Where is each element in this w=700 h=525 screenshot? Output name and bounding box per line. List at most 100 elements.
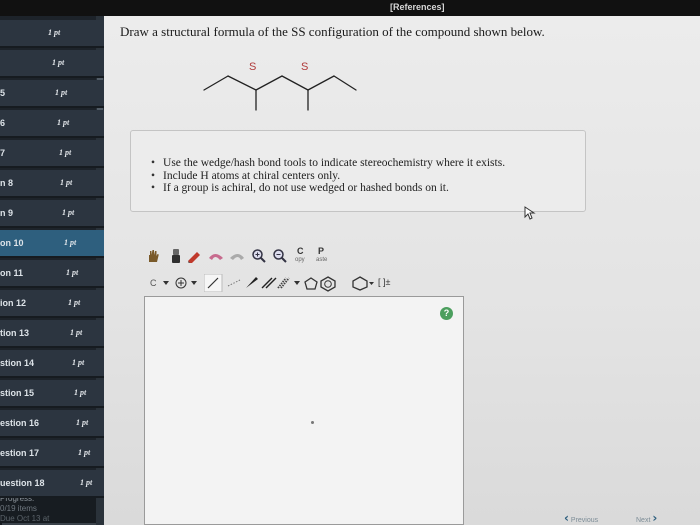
stereo-label-s: S <box>249 61 256 73</box>
paste-sub-label: aste <box>316 257 328 263</box>
sidebar-item-points: 1 pt <box>52 58 65 67</box>
benzene-icon <box>320 276 336 292</box>
redo-icon[interactable] <box>228 250 246 262</box>
sidebar-question-item[interactable]: 7 1 pt <box>0 140 104 168</box>
previous-button[interactable]: ‹ Previous <box>564 511 598 525</box>
zoom-out-icon[interactable] <box>272 248 288 264</box>
sidebar-question-item[interactable]: tion 13 1 pt <box>0 320 104 348</box>
color-pencil-icon[interactable] <box>186 249 202 263</box>
sidebar-question-item[interactable]: estion 16 1 pt <box>0 410 104 438</box>
sidebar-item-points: 1 pt <box>62 208 75 217</box>
chevron-down-icon[interactable] <box>162 280 170 286</box>
sidebar-item-points: 1 pt <box>57 118 70 127</box>
sidebar-item-points: 1 pt <box>66 268 79 277</box>
sidebar-item-points: 1 pt <box>74 388 87 397</box>
bond-line <box>255 75 283 91</box>
zoom-in-icon[interactable] <box>251 248 267 264</box>
sidebar-question-item[interactable]: on 10 1 pt <box>0 230 104 258</box>
question-sidebar: Progress: 0/19 items Due Oct 13 at 1 pt 1… <box>0 16 104 525</box>
sidebar-question-item[interactable]: uestion 18 1 pt <box>0 470 104 498</box>
main-content: Draw a structural formula of the SS conf… <box>104 16 700 525</box>
sidebar-item-label: uestion 18 <box>0 478 45 488</box>
triple-bond-icon <box>294 281 300 285</box>
sidebar-question-item[interactable]: estion 17 1 pt <box>0 440 104 468</box>
sidebar-item-label: n 9 <box>0 208 14 218</box>
element-selector[interactable]: C <box>150 278 157 288</box>
sidebar-question-item[interactable]: 6 1 pt <box>0 110 104 138</box>
plus-charge-icon[interactable] <box>175 277 187 289</box>
sidebar-item-points: 1 pt <box>60 178 73 187</box>
sidebar-item-label: 7 <box>0 148 6 158</box>
cyclopentane-icon[interactable] <box>352 274 374 292</box>
sidebar-item-label: estion 17 <box>0 448 40 458</box>
previous-label: Previous <box>570 517 599 524</box>
sidebar-item-label: 5 <box>0 88 6 98</box>
sidebar-question-item[interactable]: n 9 1 pt <box>0 200 104 228</box>
sidebar-question-item[interactable]: on 11 1 pt <box>0 260 104 288</box>
mouse-cursor-icon <box>524 206 536 220</box>
instruction-item: Include H atoms at chiral centers only. <box>151 170 505 183</box>
next-label: Next <box>636 517 651 524</box>
copy-button[interactable]: C <box>297 246 304 256</box>
hand-icon[interactable] <box>146 249 160 263</box>
molecule-structure: S S <box>203 61 357 111</box>
sidebar-item-points: 1 pt <box>78 448 91 457</box>
next-button[interactable]: Next › <box>636 511 657 525</box>
sidebar-question-item[interactable]: n 8 1 pt <box>0 170 104 198</box>
sidebar-item-label: on 10 <box>0 238 24 248</box>
bond-line <box>227 75 257 91</box>
sidebar-question-item[interactable]: stion 14 1 pt <box>0 350 104 378</box>
sidebar-item-label: ion 12 <box>0 298 27 308</box>
question-title: Draw a structural formula of the SS conf… <box>120 24 545 39</box>
sidebar-item-points: 1 pt <box>48 28 61 37</box>
references-link[interactable]: [References] <box>390 2 445 12</box>
sidebar-question-item[interactable]: stion 15 1 pt <box>0 380 104 408</box>
progress-due-date: Due Oct 13 at <box>0 514 50 523</box>
copy-sub-label: opy <box>295 257 305 263</box>
stereo-label-s: S <box>301 61 308 73</box>
progress-count: 0/19 items <box>0 504 37 513</box>
drawing-canvas[interactable] <box>144 296 464 525</box>
instruction-item: If a group is achiral, do not use wedged… <box>151 182 505 195</box>
sidebar-question-item[interactable]: 1 pt <box>0 50 104 78</box>
sidebar-item-label: stion 14 <box>0 358 35 368</box>
help-icon[interactable]: ? <box>440 307 453 320</box>
sidebar-item-points: 1 pt <box>64 238 77 247</box>
undo-icon[interactable] <box>207 250 225 262</box>
top-bar: [References] <box>0 0 700 16</box>
chevron-right-icon: › <box>652 511 658 525</box>
sidebar-item-label: 6 <box>0 118 6 128</box>
sidebar-question-item[interactable]: ion 12 1 pt <box>0 290 104 318</box>
sidebar-item-points: 1 pt <box>59 148 72 157</box>
chevron-down-icon[interactable] <box>190 280 198 286</box>
sidebar-item-label: stion 15 <box>0 388 35 398</box>
bond-tools <box>204 274 336 292</box>
sidebar-item-points: 1 pt <box>55 88 68 97</box>
canvas-cursor-dot <box>311 421 314 424</box>
bracket-tool[interactable]: [ ]± <box>378 277 390 287</box>
cyclopropane-icon <box>304 277 318 290</box>
instruction-item: Use the wedge/hash bond tools to indicat… <box>151 157 505 170</box>
sidebar-item-points: 1 pt <box>72 358 85 367</box>
instructions-box: Use the wedge/hash bond tools to indicat… <box>130 130 586 212</box>
sidebar-item-points: 1 pt <box>68 298 81 307</box>
paste-button[interactable]: P <box>318 246 324 256</box>
chain-icon <box>227 279 241 287</box>
sidebar-item-points: 1 pt <box>76 418 89 427</box>
sidebar-item-label: estion 16 <box>0 418 40 428</box>
sidebar-item-label: on 11 <box>0 268 24 278</box>
bond-line <box>333 75 357 91</box>
bond-line <box>307 75 335 91</box>
eraser-icon[interactable] <box>170 248 182 264</box>
bond-line <box>203 75 229 91</box>
double-bond-icon <box>277 277 290 289</box>
sidebar-item-points: 1 pt <box>80 478 93 487</box>
instructions-list: Use the wedge/hash bond tools to indicat… <box>151 157 505 195</box>
sidebar-item-label: tion 13 <box>0 328 30 338</box>
sidebar-question-item[interactable]: 5 1 pt <box>0 80 104 108</box>
sidebar-item-points: 1 pt <box>70 328 83 337</box>
sidebar-question-item[interactable]: 1 pt <box>0 20 104 48</box>
hash-bond-icon <box>261 277 277 289</box>
sidebar-item-label: n 8 <box>0 178 14 188</box>
wedge-bond-icon <box>246 277 258 288</box>
